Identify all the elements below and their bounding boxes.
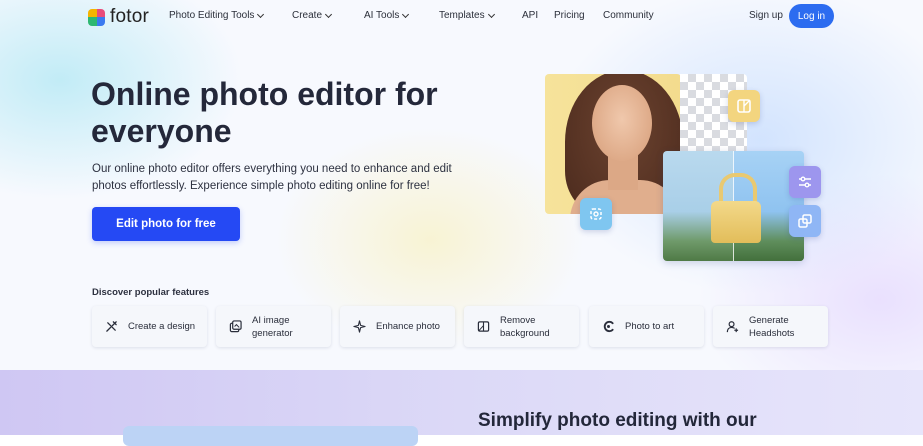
nav-pricing[interactable]: Pricing <box>554 10 585 21</box>
nav-label: Community <box>603 10 654 21</box>
feature-generate-headshots[interactable]: Generate Headshots <box>713 306 828 347</box>
portrait-face <box>592 85 652 161</box>
feature-label: Photo to art <box>625 321 675 332</box>
lower-section: Simplify photo editing with our <box>0 370 923 446</box>
fotor-logo[interactable]: fotor <box>88 6 149 28</box>
hero-handbag-photo <box>663 151 804 261</box>
crop-tool-icon[interactable] <box>580 198 612 230</box>
signup-link[interactable]: Sign up <box>749 10 783 21</box>
hero-headline: Online photo editor for everyone <box>91 76 438 149</box>
nav-label: Photo Editing Tools <box>169 10 255 21</box>
lower-preview-card <box>123 426 418 446</box>
top-navigation: fotor Photo Editing Tools Create AI Tool… <box>0 0 923 32</box>
resize-tool-icon[interactable] <box>789 205 821 237</box>
remove-bg-icon <box>476 320 490 334</box>
fotor-logo-icon <box>88 8 105 26</box>
magic-tools-icon <box>104 320 118 334</box>
nav-label: Pricing <box>554 10 585 21</box>
lower-section-title: Simplify photo editing with our <box>478 410 757 431</box>
headshot-person-icon <box>725 320 739 334</box>
feature-remove-background[interactable]: Remove background <box>464 306 579 347</box>
brand-name: fotor <box>110 6 150 27</box>
nav-photo-editing-tools[interactable]: Photo Editing Tools <box>169 10 265 21</box>
features-heading: Discover popular features <box>92 287 210 298</box>
feature-label: Generate Headshots <box>749 314 795 339</box>
enhance-sparkle-icon <box>352 320 366 334</box>
feature-ai-image-generator[interactable]: AI image generator <box>216 306 331 347</box>
nav-api[interactable]: API <box>522 10 538 21</box>
nav-ai-tools[interactable]: AI Tools <box>364 10 410 21</box>
feature-create-design[interactable]: Create a design <box>92 306 207 347</box>
feature-label: Remove background <box>500 314 550 339</box>
sliders-tool-icon[interactable] <box>789 166 821 198</box>
nav-label: Templates <box>439 10 485 21</box>
nav-label: Create <box>292 10 323 21</box>
chevron-down-icon <box>402 10 410 18</box>
layers-tool-icon[interactable] <box>728 90 760 122</box>
feature-label: Create a design <box>128 321 196 332</box>
art-c-icon <box>601 320 615 334</box>
feature-enhance-photo[interactable]: Enhance photo <box>340 306 455 347</box>
chevron-down-icon <box>487 10 495 18</box>
feature-label: Enhance photo <box>376 321 440 332</box>
chevron-down-icon <box>324 10 333 18</box>
feature-photo-to-art[interactable]: Photo to art <box>589 306 704 347</box>
handbag-body <box>711 201 761 243</box>
chevron-down-icon <box>257 10 265 18</box>
hero-portrait-photo <box>545 74 681 214</box>
hero-subtext: Our online photo editor offers everythin… <box>92 163 452 192</box>
nav-label: API <box>522 10 539 21</box>
feature-label: AI image generator <box>252 314 293 339</box>
nav-label: AI Tools <box>364 10 400 21</box>
login-button[interactable]: Log in <box>789 4 834 28</box>
ai-image-icon <box>228 320 242 334</box>
nav-community[interactable]: Community <box>603 10 654 21</box>
nav-templates[interactable]: Templates <box>439 10 495 21</box>
edit-photo-button[interactable]: Edit photo for free <box>92 207 240 241</box>
nav-create[interactable]: Create <box>292 10 333 21</box>
